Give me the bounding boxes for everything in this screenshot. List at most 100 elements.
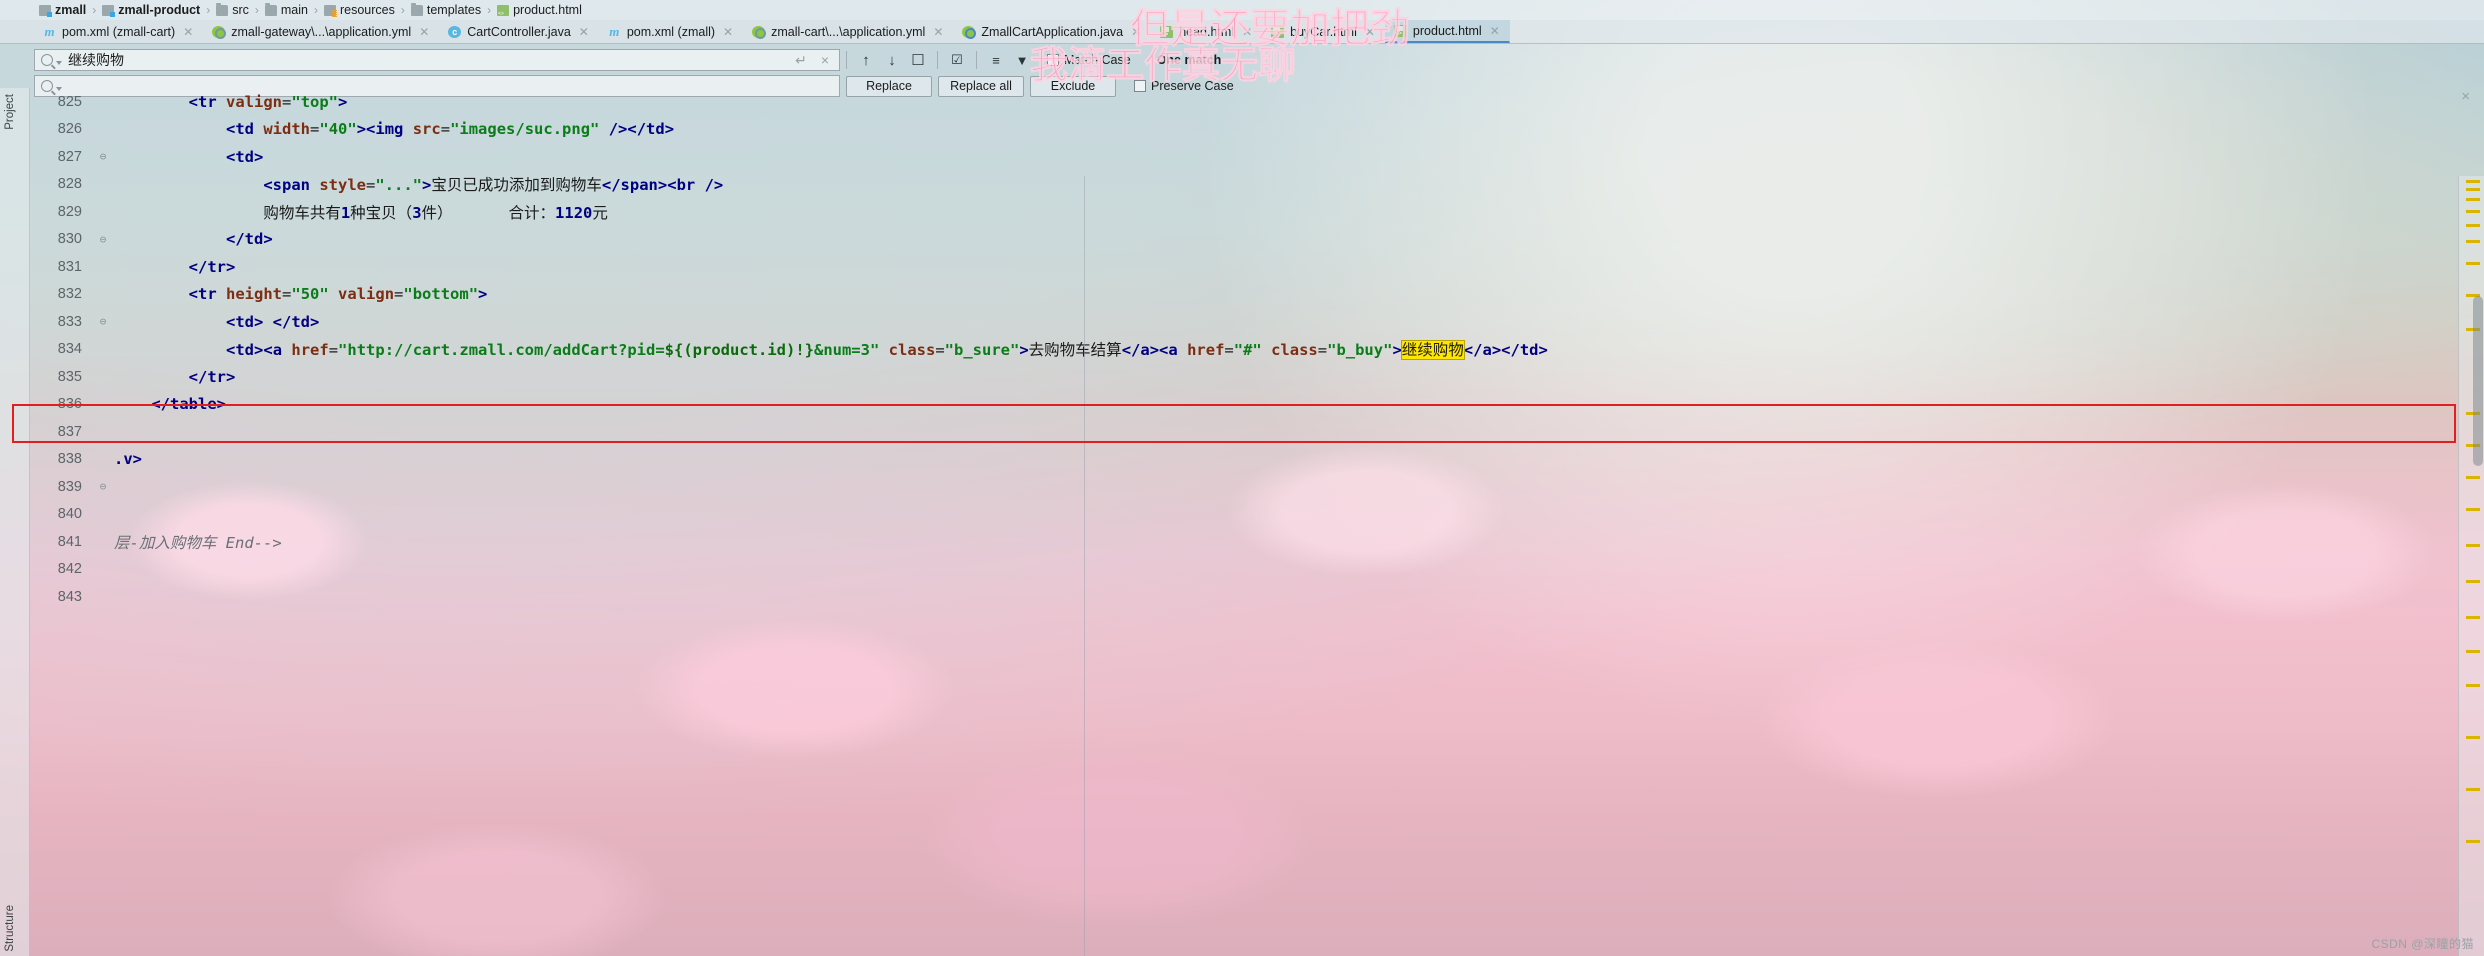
code-line[interactable]: 830 ⊖ </td> [30, 226, 2484, 254]
code-line[interactable]: 839 ⊖ [30, 473, 2484, 501]
code-editor: Project Structure 825 <tr valign="top"> 8… [0, 88, 2484, 956]
right-margin-guide [1084, 176, 1085, 956]
maven-icon: m [609, 23, 620, 39]
folder-icon [410, 2, 423, 16]
line-number: 826 [57, 121, 82, 138]
code-line[interactable]: 826 <td width="40"><img src="images/suc.… [30, 116, 2484, 144]
code-line[interactable]: 836 </table> [30, 391, 2484, 419]
tab-zmallcartapplication-java[interactable]: ZmallCartApplication.java ✕ [953, 20, 1151, 43]
line-number: 825 [57, 93, 82, 110]
breadcrumb-label: zmall [55, 3, 87, 17]
tab-cartcontroller-java[interactable]: c CartController.java ✕ [439, 20, 599, 43]
code-line[interactable]: 843 [30, 583, 2484, 611]
code-line[interactable]: 825 <tr valign="top"> [30, 88, 2484, 116]
code-text: <tr valign="top"> [188, 92, 348, 111]
code-line[interactable]: 834 <td><a href="http://cart.zmall.com/a… [30, 336, 2484, 364]
find-row: 继续购物 ↵ × ↑ ↓ ☐ ☑ ≡ ▼ Match Case One matc… [34, 48, 2484, 72]
breadcrumb-label: main [280, 3, 308, 17]
close-icon[interactable]: ✕ [419, 25, 429, 39]
code-line[interactable]: 838 .v> [30, 446, 2484, 474]
line-number: 835 [57, 368, 82, 385]
tab-product-html[interactable]: product.html ✕ [1384, 20, 1510, 43]
fold-toggle-icon[interactable]: ⊖ [92, 150, 114, 163]
tab-label: head.html [1179, 24, 1235, 39]
html-file-icon [1393, 24, 1407, 37]
breadcrumb-item-main[interactable]: main [260, 2, 313, 17]
breadcrumb-item-templates[interactable]: templates [406, 2, 486, 17]
close-icon[interactable]: ✕ [1365, 25, 1375, 39]
checkbox-box [1047, 54, 1059, 66]
breadcrumb-item-resources[interactable]: resources [319, 3, 400, 17]
breadcrumb-item-zmall[interactable]: zmall [34, 3, 91, 17]
code-line[interactable]: 842 [30, 556, 2484, 584]
close-icon[interactable]: ✕ [1242, 25, 1252, 39]
close-icon[interactable]: ✕ [1490, 24, 1500, 38]
chevron-down-icon[interactable] [56, 61, 62, 65]
find-next-icon[interactable]: ↓ [879, 49, 905, 71]
select-all-occurrences-icon[interactable]: ☐ [905, 49, 931, 71]
code-content[interactable]: 825 <tr valign="top"> 826 <td width="40">… [30, 88, 2484, 956]
editor-scrollbar-thumb[interactable] [2473, 296, 2483, 466]
breadcrumb-item-src[interactable]: src [211, 2, 254, 17]
tab-head-html[interactable]: head.html ✕ [1151, 20, 1262, 43]
code-line[interactable]: 829 购物车共有1种宝贝（3件） 合计：1120元 [30, 198, 2484, 226]
tab-pom-xml-zmall[interactable]: m pom.xml (zmall) ✕ [599, 20, 743, 43]
fold-toggle-icon[interactable]: ⊖ [92, 480, 114, 493]
csdn-credit: CSDN @深瞳的猫 [2371, 937, 2474, 951]
line-number: 831 [57, 258, 82, 275]
match-case-checkbox[interactable]: Match Case [1047, 53, 1131, 67]
search-input-value: 继续购物 [68, 52, 124, 68]
fold-toggle-icon[interactable]: ⊖ [92, 233, 114, 246]
close-icon[interactable]: ✕ [1131, 25, 1141, 39]
divider [846, 51, 847, 69]
in-selection-icon[interactable]: ☑ [944, 49, 970, 71]
sidebar-item-project[interactable]: Project [4, 94, 16, 130]
code-line[interactable]: 827 ⊖ <td> [30, 143, 2484, 171]
sidebar-item-structure[interactable]: Structure [4, 905, 16, 952]
line-number: 836 [57, 396, 82, 413]
tab-pom-xml-zmall-cart[interactable]: m pom.xml (zmall-cart) ✕ [34, 20, 203, 43]
editor-marker-bar[interactable] [2458, 176, 2484, 956]
code-line[interactable]: 835 </tr> [30, 363, 2484, 391]
line-number: 827 [57, 148, 82, 165]
line-number: 840 [57, 506, 82, 523]
clear-search-icon[interactable]: × [817, 52, 833, 68]
code-text: .v> [114, 450, 142, 469]
fold-toggle-icon[interactable]: ⊖ [92, 315, 114, 328]
search-match-highlight: 继续购物 [1400, 340, 1465, 361]
filter-lines-icon[interactable]: ≡ [983, 49, 1009, 71]
code-line[interactable]: 840 [30, 501, 2484, 529]
code-line[interactable]: 828 <span style="...">宝贝已成功添加到购物车</span>… [30, 171, 2484, 199]
search-input[interactable]: 继续购物 ↵ × [34, 49, 840, 71]
tab-zmall-cart-application-yml[interactable]: zmall-cart\...\application.yml ✕ [743, 20, 953, 43]
tab-buycar-html[interactable]: buyCar.html ✕ [1262, 20, 1385, 43]
match-count-label: One match [1156, 53, 1222, 67]
breadcrumb-label: resources [339, 3, 395, 17]
line-number: 838 [57, 451, 82, 468]
code-text: </tr> [188, 257, 236, 276]
resources-folder-icon [323, 4, 337, 17]
code-text: <tr height="50" valign="bottom"> [188, 285, 488, 304]
code-line[interactable]: 841 层-加入购物车 End--> [30, 528, 2484, 556]
line-number: 837 [57, 423, 82, 440]
code-line[interactable]: 831 </tr> [30, 253, 2484, 281]
filter-icon[interactable]: ▼ [1009, 49, 1035, 71]
breadcrumb-item-zmall-product[interactable]: zmall-product [97, 3, 205, 17]
code-line[interactable]: 832 <tr height="50" valign="bottom"> [30, 281, 2484, 309]
close-icon[interactable]: ✕ [723, 25, 733, 39]
code-text: 层-加入购物车 End--> [114, 533, 282, 552]
html-file-icon [497, 4, 510, 17]
breadcrumb-item-product-html[interactable]: product.html [492, 3, 587, 17]
tab-zmall-gateway-application-yml[interactable]: zmall-gateway\...\application.yml ✕ [203, 20, 439, 43]
module-icon [102, 4, 116, 17]
close-icon[interactable]: ✕ [579, 25, 589, 39]
code-text: <td> </td> [225, 312, 320, 331]
close-icon[interactable]: ✕ [933, 25, 943, 39]
code-line[interactable]: 837 [30, 418, 2484, 446]
code-line[interactable]: 833 ⊖ <td> </td> [30, 308, 2484, 336]
search-history-icon[interactable]: ↵ [791, 52, 811, 69]
code-text: <td><a href="http://cart.zmall.com/addCa… [225, 340, 1548, 361]
close-icon[interactable]: ✕ [183, 25, 193, 39]
ide-window: zmall › zmall-product › src › main › res… [0, 0, 2484, 956]
find-previous-icon[interactable]: ↑ [853, 49, 879, 71]
